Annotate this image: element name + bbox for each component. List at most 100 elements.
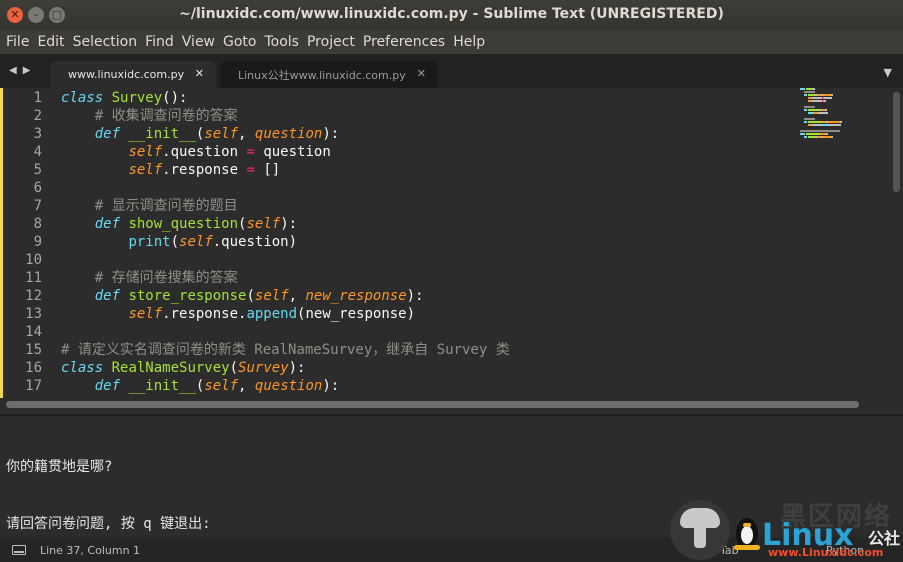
code-token: append [246,306,298,322]
minimap[interactable] [800,88,892,398]
minimap-line [800,100,892,102]
code-editor[interactable]: 1 2 3 4 5 6 7 8 9 10 11 12 13 14 15 16 17 class Survey()… [0,88,903,398]
minimap-line [800,133,892,135]
code-line: print(self.question) [61,233,510,251]
code-line: # 请定义实名调查问卷的新类 RealNameSurvey，继承自 Survey… [61,341,510,359]
code-token: , [238,126,255,142]
code-token: = [246,144,255,160]
line-number: 2 [33,108,42,124]
penguin-icon [734,514,760,550]
menu-find[interactable]: Find [141,34,178,50]
line-number: 14 [25,324,42,340]
vertical-scrollbar[interactable] [893,92,900,192]
menu-edit[interactable]: Edit [33,34,68,50]
code-token: Survey [238,360,289,376]
code-token: Survey [111,90,163,106]
code-token: class [61,90,104,106]
horizontal-scrollbar-thumb[interactable] [6,401,859,408]
code-token: # 请定义实名调查问卷的新类 RealNameSurvey，继承自 Survey… [61,342,510,358]
minimap-line [800,91,892,93]
arrow-right-icon[interactable]: ▶ [23,65,31,76]
line-number: 15 [25,342,42,358]
minimap-line [800,124,892,126]
code-token: .response [162,162,247,178]
chevron-down-icon[interactable]: ▼ [884,66,892,79]
console-line: 你的籍贯地是哪? [6,459,113,475]
close-icon[interactable]: ✕ [417,67,426,80]
code-token: , [238,378,255,394]
code-token: # 存储问卷搜集的答案 [94,270,238,286]
code-token: self [246,216,281,232]
minimap-line [800,94,892,96]
cursor-position: Line 37, Column 1 [40,544,141,557]
code-line: def __init__(self, question): [61,377,510,395]
console-line: 请回答问卷问题, 按 q 键退出: [6,516,211,532]
code-token: self [204,126,239,142]
minimap-line [800,109,892,111]
code-token: .question) [212,234,298,250]
tab-www-linuxidc[interactable]: www.linuxidc.com.py ✕ [50,61,216,88]
code-line: self.response = [] [61,161,510,179]
horizontal-scrollbar[interactable] [0,398,903,412]
menu-preferences[interactable]: Preferences [359,34,449,50]
code-token: self [128,162,163,178]
title-bar: ✕ – □ ~/linuxidc.com/www.linuxidc.com.py… [0,0,903,30]
tab-linux-gongshe[interactable]: Linux公社www.linuxidc.com.py ✕ [220,61,438,88]
minimap-line [800,130,892,132]
window-title: ~/linuxidc.com/www.linuxidc.com.py - Sub… [179,6,724,22]
arrow-left-icon[interactable]: ◀ [9,65,17,76]
code-token: def [94,378,121,394]
tab-bar: ◀ ▶ www.linuxidc.com.py ✕ Linux公社www.lin… [0,54,903,88]
code-token: __init__ [128,126,196,142]
code-line: # 收集调查问卷的答案 [61,107,510,125]
menu-tools[interactable]: Tools [260,34,303,50]
line-number: 8 [33,216,42,232]
line-number: 12 [25,288,42,304]
line-number: 17 [25,378,42,394]
menu-file[interactable]: File [2,34,33,50]
line-number: 6 [33,180,42,196]
code-token: question [254,126,323,142]
code-line: class RealNameSurvey(Survey): [61,359,510,377]
menu-selection[interactable]: Selection [69,34,142,50]
code-token: question [254,144,331,160]
minimap-line [800,88,892,90]
code-token: ( [229,360,239,376]
code-token: ): [322,126,340,142]
menu-help[interactable]: Help [449,34,489,50]
code-line: def __init__(self, question): [61,125,510,143]
code-token: self [204,378,239,394]
minimap-line [800,115,892,117]
code-line: class Survey(): [61,89,510,107]
close-icon[interactable]: ✕ [195,67,204,80]
tab-label: Linux公社www.linuxidc.com.py [238,68,406,82]
tab-label: www.linuxidc.com.py [68,68,185,81]
code-token: self [254,288,289,304]
modified-indicator [0,88,3,398]
minimap-line [800,112,892,114]
code-token: print [128,234,171,250]
code-line: def store_response(self, new_response): [61,287,510,305]
code-area[interactable]: class Survey(): # 收集调查问卷的答案 def __init__… [61,89,510,395]
code-token: question [254,378,323,394]
code-token: ): [280,216,298,232]
code-token: ( [170,234,180,250]
menu-view[interactable]: View [178,34,219,50]
code-line: self.response.append(new_response) [61,305,510,323]
code-token: self [128,144,163,160]
code-token: ): [322,378,340,394]
code-token: class [61,360,104,376]
code-token: ): [406,288,424,304]
menu-goto[interactable]: Goto [219,34,260,50]
code-token: , [288,288,306,304]
panel-toggle-icon[interactable] [12,545,26,555]
menu-project[interactable]: Project [303,34,359,50]
